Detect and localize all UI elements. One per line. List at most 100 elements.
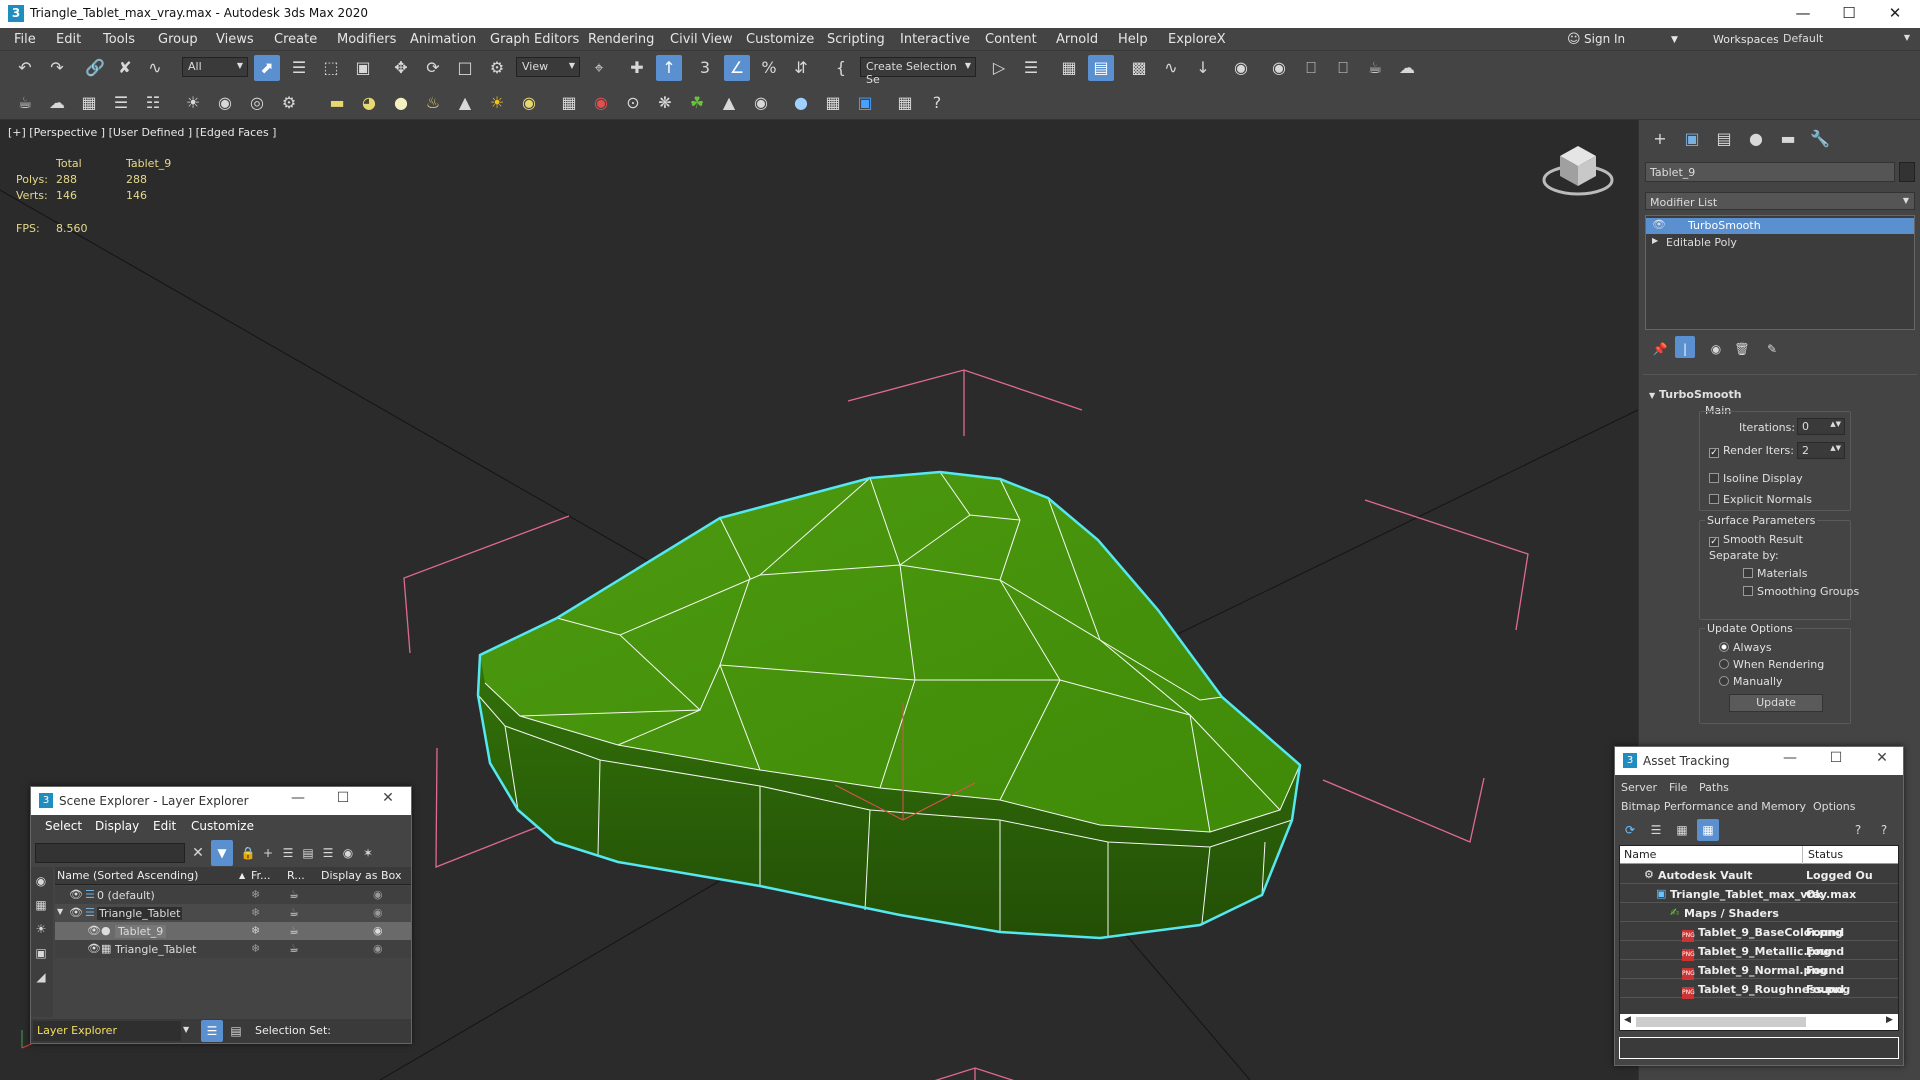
list-view-icon[interactable]: ☰: [1645, 819, 1667, 841]
light-bulb-icon[interactable]: ☀: [31, 919, 51, 939]
menu-customize[interactable]: Customize: [191, 819, 254, 833]
workspace-dropdown[interactable]: Default ▼: [1778, 30, 1914, 50]
vray-lister-icon[interactable]: ▦: [820, 90, 846, 116]
snaps-toggle-icon[interactable]: 3: [692, 55, 718, 81]
viewport-label[interactable]: [+] [Perspective ] [User Defined ] [Edge…: [8, 126, 276, 139]
menu-modifiers[interactable]: Modifiers: [337, 32, 396, 47]
eye-icon[interactable]: 👁: [69, 906, 83, 919]
helpers-icon[interactable]: ◢: [31, 967, 51, 987]
vray-plane-object-icon[interactable]: ⊙: [620, 90, 646, 116]
render-production-icon[interactable]: ☕: [1362, 55, 1388, 81]
vray-camera-icon[interactable]: ◉: [212, 90, 238, 116]
menu-customize[interactable]: Customize: [746, 32, 814, 47]
menu-help[interactable]: Help: [1118, 32, 1148, 47]
utilities-tab-icon[interactable]: 🔧: [1807, 126, 1833, 152]
toggle-layer-explorer-icon[interactable]: ▤: [1088, 55, 1114, 81]
filter-icon[interactable]: ▼: [211, 840, 233, 866]
freeze-icon[interactable]: ❄: [251, 942, 260, 955]
explorer-type-dropdown[interactable]: Layer Explorer: [33, 1021, 181, 1041]
modifier-list-dropdown[interactable]: Modifier List ▼: [1645, 192, 1915, 210]
spinner-arrows-icon[interactable]: ▲▼: [1830, 444, 1841, 452]
box-icon[interactable]: ◉: [373, 942, 383, 955]
menu-server[interactable]: Server: [1621, 781, 1657, 794]
update-button[interactable]: Update: [1729, 694, 1823, 712]
object-row-triangle-tablet[interactable]: 👁 ▦ Triangle_Tablet ❄ ☕ ◉: [55, 940, 411, 958]
viewcube-icon[interactable]: [1542, 146, 1614, 196]
close-icon[interactable]: ✕: [1872, 0, 1918, 28]
vray-ambient-light-icon[interactable]: ◉: [516, 90, 542, 116]
render-icon[interactable]: ☕: [289, 906, 299, 919]
display-tab-icon[interactable]: ▬: [1775, 126, 1801, 152]
redo-icon[interactable]: ↷: [44, 55, 70, 81]
eye-icon[interactable]: 👁: [87, 924, 101, 937]
angle-snap-icon[interactable]: ∠: [724, 55, 750, 81]
smooth-result-checkbox[interactable]: ✓ Smooth Result: [1709, 533, 1803, 547]
menu-tools[interactable]: Tools: [103, 32, 135, 47]
vray-mesh-clipper-icon[interactable]: ❋: [652, 90, 678, 116]
horizontal-scrollbar[interactable]: ◀ ▶: [1620, 1014, 1898, 1030]
scrollbar-thumb[interactable]: [1636, 1017, 1806, 1027]
vray-sun-icon[interactable]: ☀: [484, 90, 510, 116]
column-name[interactable]: Name: [1624, 848, 1656, 861]
layer-row-triangle-tablet[interactable]: ▼ 👁 ☰ Triangle_Tablet ❄ ☕ ◉: [55, 904, 411, 922]
mirror-icon[interactable]: ▷: [986, 55, 1012, 81]
box-icon[interactable]: ◉: [373, 906, 383, 919]
window-crossing-icon[interactable]: ▣: [350, 55, 376, 81]
select-by-name-icon[interactable]: ☰: [286, 55, 312, 81]
menu-graph-editors[interactable]: Graph Editors: [490, 32, 579, 47]
menu-create[interactable]: Create: [274, 32, 317, 47]
camera-icon[interactable]: ▣: [31, 943, 51, 963]
scale-icon[interactable]: □: [452, 55, 478, 81]
sign-in-button[interactable]: Sign In: [1584, 32, 1625, 46]
menu-edit[interactable]: Edit: [56, 32, 81, 47]
update-when-rendering-radio[interactable]: When Rendering: [1719, 658, 1824, 671]
table-view-icon[interactable]: ▦: [1697, 819, 1719, 841]
asset-row[interactable]: PNG Tablet_9_Metallic.png Found: [1620, 942, 1898, 961]
reference-coordinate-dropdown[interactable]: View ▼: [516, 57, 580, 77]
details-view-icon[interactable]: ▦: [1671, 819, 1693, 841]
asset-path-field[interactable]: [1619, 1037, 1899, 1059]
column-status[interactable]: Status: [1808, 848, 1843, 861]
asset-row[interactable]: ⚙ Autodesk Vault Logged Ou: [1620, 866, 1898, 884]
eye-icon[interactable]: 👁: [69, 888, 83, 901]
curve-editor-icon[interactable]: ∿: [1158, 55, 1184, 81]
render-setup-icon[interactable]: ⎕: [1298, 55, 1324, 81]
dope-sheet-icon[interactable]: ↓: [1190, 55, 1216, 81]
layer-explorer-icon[interactable]: ☰: [201, 1020, 223, 1042]
motion-tab-icon[interactable]: ●: [1743, 126, 1769, 152]
hierarchy-mode-icon[interactable]: ▤: [225, 1020, 247, 1042]
move-icon[interactable]: ✥: [388, 55, 414, 81]
align-icon[interactable]: ☰: [1018, 55, 1044, 81]
menu-select[interactable]: Select: [45, 819, 82, 833]
undo-icon[interactable]: ↶: [12, 55, 38, 81]
column-display-as-box[interactable]: Display as Box: [321, 869, 401, 882]
menu-interactive[interactable]: Interactive: [900, 32, 970, 47]
freeze-icon[interactable]: ❄: [251, 906, 260, 919]
eye-icon[interactable]: 👁: [1652, 218, 1666, 231]
light-lister-icon[interactable]: ☀: [180, 90, 206, 116]
column-frozen[interactable]: Fr...: [251, 869, 271, 882]
vray-clipper-icon[interactable]: ◉: [748, 90, 774, 116]
vray-ies-light-icon[interactable]: ♨: [420, 90, 446, 116]
vray-plane-icon[interactable]: ▬: [324, 90, 350, 116]
scene-explorer-titlebar[interactable]: 3 Scene Explorer - Layer Explorer — ☐ ✕: [31, 787, 411, 815]
close-icon[interactable]: ✕: [373, 790, 403, 806]
asset-row[interactable]: ✍ Maps / Shaders: [1620, 904, 1898, 922]
unlink-icon[interactable]: ✘: [112, 55, 138, 81]
close-icon[interactable]: ✕: [1867, 750, 1897, 766]
maximize-icon[interactable]: ☐: [1821, 750, 1851, 766]
vray-frame-buffer-icon[interactable]: ◎: [244, 90, 270, 116]
geometry-icon[interactable]: ▦: [31, 895, 51, 915]
vray-decal-icon[interactable]: ▲: [716, 90, 742, 116]
select-manipulate-icon[interactable]: ✚: [624, 55, 650, 81]
minimize-icon[interactable]: —: [283, 790, 313, 806]
vray-dome-icon[interactable]: ◕: [356, 90, 382, 116]
sign-in-dropdown-icon[interactable]: ▼: [1671, 35, 1678, 45]
pivot-center-icon[interactable]: ⌖: [586, 55, 612, 81]
menu-animation[interactable]: Animation: [410, 32, 476, 47]
column-renderable[interactable]: R...: [287, 869, 305, 882]
remove-modifier-icon[interactable]: 🗑: [1729, 336, 1755, 362]
vray-export-icon[interactable]: ▦: [892, 90, 918, 116]
minimize-icon[interactable]: —: [1775, 750, 1805, 766]
object-color-swatch[interactable]: [1899, 162, 1915, 182]
